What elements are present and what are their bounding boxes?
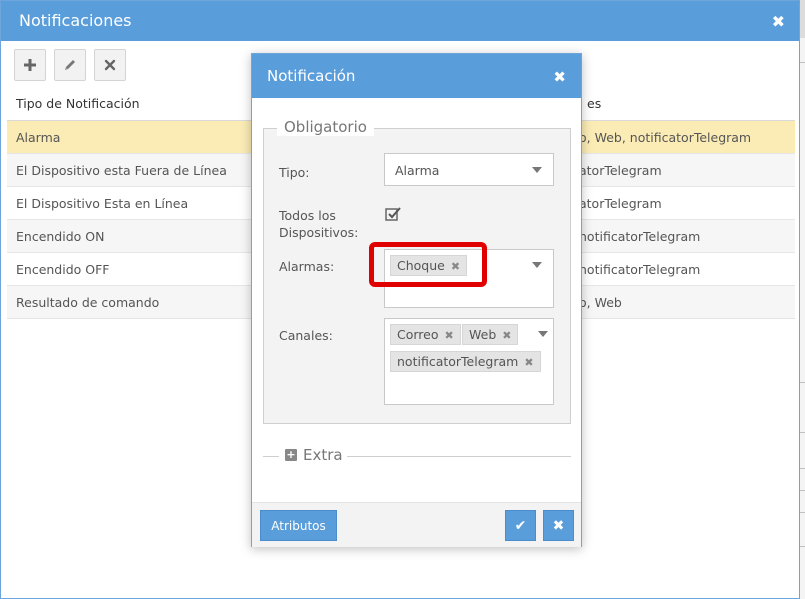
canal-chip-label: Web <box>469 327 497 342</box>
dialog-header: Notificación ✖ <box>252 54 581 98</box>
window-header: Notificaciones ✖ <box>1 1 799 41</box>
row-canales: notificatorTelegram <box>579 262 701 277</box>
delete-button[interactable] <box>94 49 126 81</box>
dialog-close-icon[interactable]: ✖ <box>553 68 566 86</box>
plus-square-icon: + <box>285 448 297 461</box>
todos-dispositivos-label: Todos los Dispositivos: <box>279 208 359 240</box>
column-header-canales[interactable]: es <box>587 96 601 111</box>
save-button[interactable]: ✔ <box>505 510 536 541</box>
row-tipo: El Dispositivo Esta en Línea <box>16 196 189 211</box>
canales-label: Canales: <box>279 328 333 343</box>
row-tipo: El Dispositivo esta Fuera de Línea <box>16 163 227 178</box>
chevron-down-icon <box>538 331 548 337</box>
close-icon: ✖ <box>552 517 565 534</box>
canal-chip-label: notificatorTelegram <box>397 354 519 369</box>
required-section-legend: Obligatorio <box>277 118 374 136</box>
extra-section-toggle[interactable]: + Extra <box>285 446 343 464</box>
chevron-down-icon <box>532 167 542 173</box>
canal-chip: Web ✖ <box>462 324 519 345</box>
pencil-icon <box>65 60 75 70</box>
highlight-annotation <box>369 242 487 287</box>
chip-remove-icon[interactable]: ✖ <box>445 329 454 342</box>
canal-chip: Correo ✖ <box>390 324 461 345</box>
window-title: Notificaciones <box>19 11 132 30</box>
extra-section-label: Extra <box>303 446 343 464</box>
row-tipo: Alarma <box>16 130 61 145</box>
row-canales: atorTelegram <box>579 196 662 211</box>
chevron-down-icon <box>532 262 542 268</box>
column-header-tipo[interactable]: Tipo de Notificación <box>16 96 140 111</box>
tipo-select-value: Alarma <box>395 163 440 178</box>
alarmas-label: Alarmas: <box>279 259 335 274</box>
todos-dispositivos-checkbox[interactable] <box>385 206 401 222</box>
canal-chip-label: Correo <box>397 327 439 342</box>
tipo-label: Tipo: <box>279 165 310 180</box>
row-canales: o, Web <box>579 295 622 310</box>
dialog-footer: Atributos ✔ ✖ <box>252 502 581 547</box>
canales-multiselect[interactable]: Correo ✖ Web ✖ notificatorTelegram ✖ <box>384 318 554 405</box>
row-canales: notificatorTelegram <box>579 229 701 244</box>
cancel-button[interactable]: ✖ <box>543 510 574 541</box>
chip-remove-icon[interactable]: ✖ <box>524 356 533 369</box>
extra-section[interactable]: + Extra <box>263 446 571 466</box>
attributes-button[interactable]: Atributos <box>260 510 337 541</box>
row-tipo: Encendido ON <box>16 229 105 244</box>
check-icon: ✔ <box>514 517 527 534</box>
canal-chip: notificatorTelegram ✖ <box>390 351 541 372</box>
x-icon <box>104 59 116 71</box>
row-canales: o, Web, notificatorTelegram <box>579 130 752 145</box>
extra-divider-right <box>347 456 571 457</box>
edit-button[interactable] <box>54 49 86 81</box>
tipo-select[interactable]: Alarma <box>384 153 554 186</box>
extra-divider-left <box>263 456 279 457</box>
row-tipo: Encendido OFF <box>16 262 110 277</box>
add-button[interactable] <box>14 49 46 81</box>
plus-icon <box>24 59 36 71</box>
row-tipo: Resultado de comando <box>16 295 160 310</box>
chip-remove-icon[interactable]: ✖ <box>502 329 511 342</box>
notification-dialog: Notificación ✖ Obligatorio Tipo: Alarma … <box>251 53 582 547</box>
row-canales: atorTelegram <box>579 163 662 178</box>
dialog-title: Notificación <box>267 67 356 85</box>
window-close-icon[interactable]: ✖ <box>772 12 785 31</box>
